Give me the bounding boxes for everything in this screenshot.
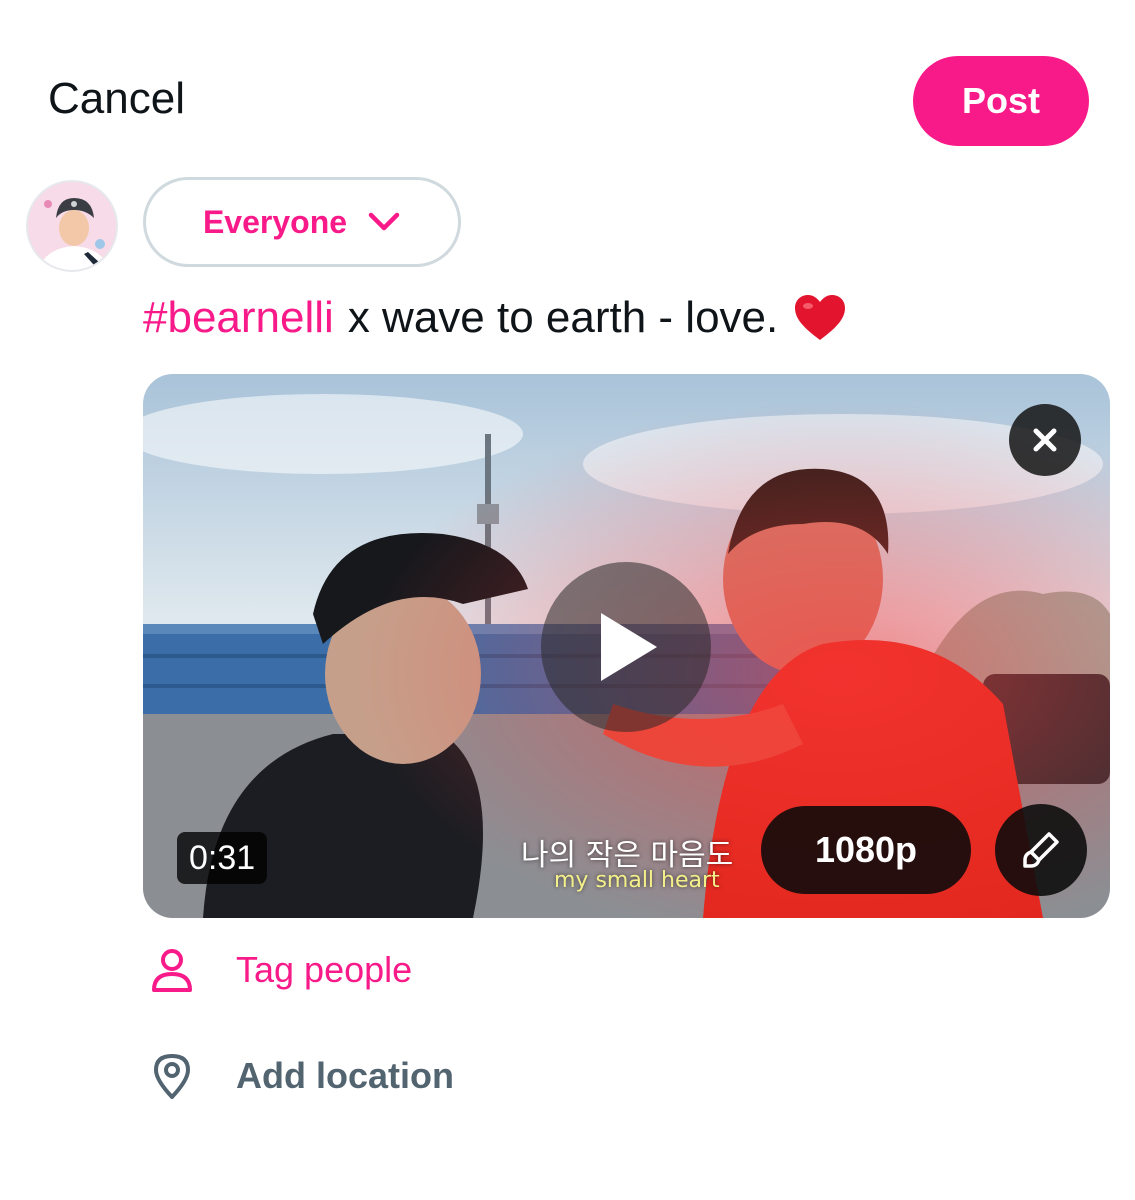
post-text[interactable]: #bearnelli x wave to earth - love.: [143, 292, 848, 344]
play-button[interactable]: [541, 562, 711, 732]
edit-media-button[interactable]: [995, 804, 1087, 896]
play-icon: [601, 613, 657, 681]
tag-people-label: Tag people: [236, 949, 413, 990]
video-attachment[interactable]: 0:31 나의 작은 마음도 my small heart 1080p: [143, 374, 1110, 918]
avatar[interactable]: [26, 180, 118, 272]
cancel-button[interactable]: Cancel: [48, 74, 185, 124]
tag-people-button[interactable]: Tag people: [150, 946, 412, 994]
person-icon: [152, 949, 192, 992]
add-location-button[interactable]: Add location: [150, 1052, 454, 1100]
chevron-down-icon: [368, 212, 400, 231]
subtitle-english: my small heart: [554, 868, 720, 893]
video-quality-button[interactable]: 1080p: [761, 806, 971, 894]
remove-media-button[interactable]: [1009, 404, 1081, 476]
video-duration: 0:31: [177, 832, 268, 884]
post-text-body: x wave to earth - love.: [347, 293, 779, 342]
add-location-label: Add location: [236, 1055, 454, 1096]
close-icon: [1033, 428, 1057, 452]
hashtag-link[interactable]: #bearnelli: [143, 293, 334, 343]
brush-icon: [1023, 832, 1059, 868]
avatar-image: [28, 182, 116, 270]
audience-selector[interactable]: Everyone: [143, 177, 461, 267]
location-pin-icon: [154, 1054, 190, 1099]
compose-post-screen: Cancel Post Everyone #bearnelli x wave t…: [0, 0, 1135, 1200]
post-button[interactable]: Post: [913, 56, 1089, 146]
red-heart-icon: [795, 295, 846, 340]
audience-label: Everyone: [202, 203, 348, 240]
